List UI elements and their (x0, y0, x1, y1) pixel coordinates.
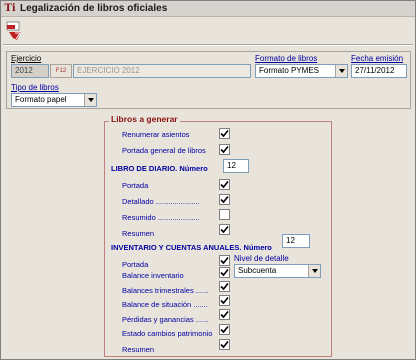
checkmark-icon (220, 195, 229, 204)
diario-heading-text: LIBRO DE DIARIO. (111, 164, 178, 173)
chevron-down-icon[interactable] (84, 94, 96, 106)
inventario-resumen-checkbox[interactable] (219, 339, 230, 350)
diario-resumido-label: Resumido .................... (122, 213, 200, 222)
chevron-down-icon[interactable] (335, 65, 347, 77)
nivel-detalle-select[interactable]: Subcuenta (234, 264, 321, 278)
balance-inventario-checkbox[interactable] (219, 267, 230, 278)
balance-situacion-checkbox[interactable] (219, 295, 230, 306)
checkmark-icon (220, 268, 229, 277)
formato-value: Formato PYMES (259, 66, 320, 75)
diario-detallado-checkbox[interactable] (219, 194, 230, 205)
toolbar (1, 18, 415, 44)
tipo-label: Tipo de libros (11, 83, 59, 92)
ejercicio-description: EJERCICIO 2012 (73, 64, 251, 78)
balance-inventario-label: Balance inventario (122, 271, 184, 280)
chevron-down-icon[interactable] (308, 265, 320, 277)
print-button[interactable] (6, 21, 24, 41)
renumerar-checkbox[interactable] (219, 128, 230, 139)
ejercicio-label: Ejercicio (11, 54, 42, 63)
checkmark-icon (220, 340, 229, 349)
fecha-field[interactable]: 27/11/2012 (351, 64, 407, 78)
estado-cambios-label: Estado cambios patrimonio (122, 329, 213, 338)
title-bar: Ti Legalización de libros oficiales (1, 1, 415, 17)
portada-general-label: Portada general de libros (122, 146, 206, 155)
nivel-detalle-value: Subcuenta (238, 266, 277, 275)
libros-group-title: Libros a generar (109, 114, 180, 124)
f12-lookup-button[interactable]: F12 (50, 64, 72, 78)
checkmark-icon (220, 325, 229, 334)
estado-cambios-checkbox[interactable] (219, 324, 230, 335)
renumerar-label: Renumerar asientos (122, 130, 190, 139)
toolbar-separator (3, 44, 413, 46)
diario-resumen-checkbox[interactable] (219, 224, 230, 235)
diario-portada-label: Portada (122, 181, 149, 190)
balances-trimestrales-label: Balances trimestrales ...... (122, 286, 209, 295)
diario-heading: LIBRO DE DIARIO. Número (111, 164, 208, 173)
checkmark-icon (220, 180, 229, 189)
main-window: Ti Legalización de libros oficiales Ejer… (0, 0, 416, 360)
tipo-select[interactable]: Formato papel (11, 93, 97, 107)
perdidas-ganancias-label: Pérdidas y ganancias ...... (122, 315, 209, 324)
checkmark-icon (220, 225, 229, 234)
diario-resumen-label: Resumen (122, 229, 155, 238)
checkmark-icon (220, 129, 229, 138)
diario-numero-field[interactable]: 12 (223, 159, 249, 173)
diario-numero-label: Número (179, 164, 208, 173)
inventario-heading: INVENTARIO Y CUENTAS ANUALES. Número (111, 243, 272, 252)
checkmark-icon (220, 256, 229, 265)
fecha-label: Fecha emisión (351, 54, 404, 63)
inventario-portada-label: Portada (122, 260, 149, 269)
checkmark-icon (220, 282, 229, 291)
window-title: Legalización de libros oficiales (20, 3, 168, 14)
app-logo-icon: Ti (4, 3, 16, 14)
f12-label: F12 (55, 68, 67, 74)
perdidas-ganancias-checkbox[interactable] (219, 309, 230, 320)
inventario-portada-checkbox[interactable] (219, 255, 230, 266)
balances-trimestrales-checkbox[interactable] (219, 281, 230, 292)
tipo-value: Formato papel (15, 95, 67, 104)
nivel-detalle-label: Nivel de detalle (234, 254, 289, 263)
formato-label: Formato de libros (255, 54, 318, 63)
inventario-numero-label: Número (243, 243, 272, 252)
inventario-resumen-label: Resumen (122, 345, 155, 354)
formato-select[interactable]: Formato PYMES (255, 64, 348, 78)
portada-general-checkbox[interactable] (219, 144, 230, 155)
balance-situacion-label: Balance de situación ....... (122, 300, 208, 309)
diario-resumido-checkbox[interactable] (219, 209, 230, 220)
diario-portada-checkbox[interactable] (219, 179, 230, 190)
checkmark-icon (220, 310, 229, 319)
checkmark-icon (220, 145, 229, 154)
diario-detallado-label: Detallado ..................... (122, 197, 200, 206)
checkmark-icon (220, 296, 229, 305)
inventario-heading-text: INVENTARIO Y CUENTAS ANUALES. (111, 243, 242, 252)
ejercicio-field[interactable]: 2012 (11, 64, 49, 78)
inventario-numero-field[interactable]: 12 (282, 234, 310, 248)
pdf-print-icon (6, 21, 21, 40)
